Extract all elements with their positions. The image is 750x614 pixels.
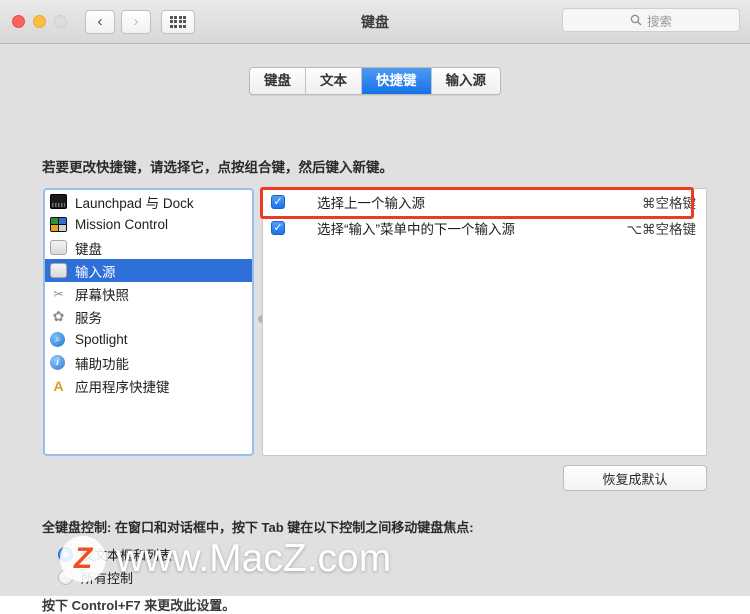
app-shortcuts-icon: A xyxy=(53,377,64,394)
search-input[interactable]: 搜索 xyxy=(562,8,740,32)
sidebar-item-services[interactable]: ✿ 服务 xyxy=(45,305,252,328)
radio-button[interactable] xyxy=(58,547,73,562)
tab-text[interactable]: 文本 xyxy=(306,68,362,94)
sidebar-item-label: Launchpad 与 Dock xyxy=(75,195,194,211)
gear-icon: ✿ xyxy=(52,308,65,324)
radio-label: 所有控制 xyxy=(81,571,134,586)
sidebar-item-label: 键盘 xyxy=(75,241,102,257)
sidebar-item-label: Mission Control xyxy=(75,217,169,232)
sidebar-item-input-sources[interactable]: 输入源 xyxy=(45,259,252,282)
keyboard-icon xyxy=(50,240,67,255)
shortcut-checkbox[interactable]: ✓ xyxy=(271,221,285,235)
tab-keyboard[interactable]: 键盘 xyxy=(250,68,306,94)
sidebar-item-label: 应用程序快捷键 xyxy=(75,379,170,395)
forward-button: › xyxy=(121,9,151,34)
navigation-buttons: ‹ › xyxy=(85,9,151,34)
sidebar-item-label: 辅助功能 xyxy=(75,356,129,372)
instruction-text: 若要更改快捷键，请选择它，点按组合键，然后键入新键。 xyxy=(42,160,393,175)
keyboard-icon xyxy=(50,263,67,278)
sidebar-item-mission-control[interactable]: Mission Control xyxy=(45,213,252,236)
preferences-content: 键盘 文本 快捷键 输入源 若要更改快捷键，请选择它，点按组合键，然后键入新键。… xyxy=(0,44,750,613)
zoom-button xyxy=(54,15,67,28)
back-button[interactable]: ‹ xyxy=(85,9,115,34)
dock-icon xyxy=(50,194,67,209)
radio-label: 仅文本框和列表 xyxy=(81,548,173,563)
show-all-button[interactable] xyxy=(161,9,195,34)
radio-button[interactable] xyxy=(58,570,73,585)
full-keyboard-access-heading: 全键盘控制: 在窗口和对话框中，按下 Tab 键在以下控制之间移动键盘焦点: xyxy=(42,520,474,535)
shortcut-title: 选择上一个输入源 xyxy=(317,196,425,211)
shortcut-list[interactable]: ✓ 选择上一个输入源 ⌘空格键 ✓ 选择“输入”菜单中的下一个输入源 ⌥⌘空格键 xyxy=(262,188,707,456)
tab-shortcuts[interactable]: 快捷键 xyxy=(362,68,432,94)
radio-option-all-controls[interactable]: 所有控制 xyxy=(58,568,133,587)
traffic-light-group xyxy=(12,15,67,28)
shortcut-checkbox[interactable]: ✓ xyxy=(271,195,285,209)
sidebar-item-launchpad-dock[interactable]: Launchpad 与 Dock xyxy=(45,190,252,213)
sidebar-item-keyboard[interactable]: 键盘 xyxy=(45,236,252,259)
sidebar-item-app-shortcuts[interactable]: A 应用程序快捷键 xyxy=(45,374,252,397)
shortcut-title: 选择“输入”菜单中的下一个输入源 xyxy=(317,222,515,237)
sidebar-item-label: 服务 xyxy=(75,310,102,326)
shortcut-key[interactable]: ⌥⌘空格键 xyxy=(626,218,696,238)
tab-bar: 键盘 文本 快捷键 输入源 xyxy=(0,67,750,95)
screenshot-icon: ✂ xyxy=(53,286,64,301)
grid-icon xyxy=(169,15,187,28)
window-titlebar: ‹ › 键盘 搜索 xyxy=(0,0,750,44)
radio-option-text-boxes-and-lists[interactable]: 仅文本框和列表 xyxy=(58,545,172,564)
table-row[interactable]: ✓ 选择上一个输入源 ⌘空格键 xyxy=(263,189,706,215)
minimize-button[interactable] xyxy=(33,15,46,28)
table-row[interactable]: ✓ 选择“输入”菜单中的下一个输入源 ⌥⌘空格键 xyxy=(263,215,706,241)
sidebar-item-accessibility[interactable]: i 辅助功能 xyxy=(45,351,252,374)
sidebar-item-label: 输入源 xyxy=(75,264,116,280)
close-button[interactable] xyxy=(12,15,25,28)
search-placeholder: 搜索 xyxy=(646,14,672,29)
sidebar-item-label: 屏幕快照 xyxy=(75,287,129,303)
sidebar-item-spotlight[interactable]: ⌕ Spotlight xyxy=(45,328,252,351)
shortcut-key[interactable]: ⌘空格键 xyxy=(642,192,696,212)
mission-control-icon xyxy=(50,217,67,232)
sidebar-item-screenshots[interactable]: ✂ 屏幕快照 xyxy=(45,282,252,305)
sidebar-item-label: Spotlight xyxy=(75,332,128,347)
accessibility-icon: i xyxy=(50,355,65,370)
search-icon xyxy=(630,14,642,26)
full-keyboard-access-footnote: 按下 Control+F7 来更改此设置。 xyxy=(42,598,236,613)
spotlight-icon: ⌕ xyxy=(50,332,65,347)
shortcut-category-list[interactable]: Launchpad 与 Dock Mission Control 键盘 输入源 … xyxy=(43,188,254,456)
tab-input-sources[interactable]: 输入源 xyxy=(431,68,500,94)
restore-defaults-button[interactable]: 恢复成默认 xyxy=(563,465,707,491)
